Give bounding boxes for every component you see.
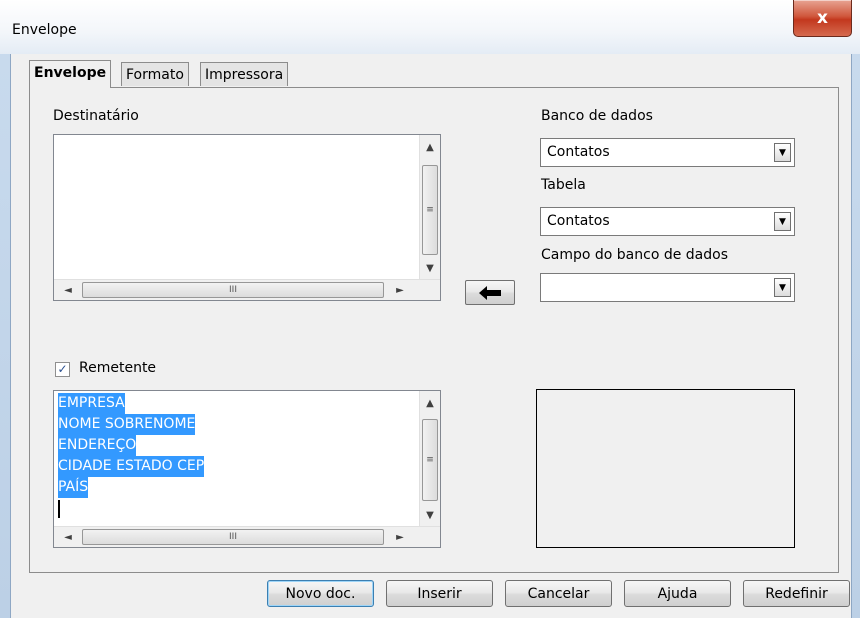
insert-field-button[interactable] [465, 280, 515, 305]
database-value: Contatos [547, 144, 610, 160]
scroll-left-icon[interactable]: ◄ [60, 282, 76, 298]
text-cursor [58, 500, 60, 518]
scroll-thumb-horizontal[interactable]: III [82, 529, 384, 545]
scroll-up-icon[interactable]: ▲ [420, 139, 440, 155]
arrow-left-icon [479, 285, 501, 300]
window-title: Envelope [12, 22, 77, 38]
recipient-horizontal-scrollbar[interactable]: ◄ III ► [54, 279, 440, 300]
scroll-down-icon[interactable]: ▼ [420, 260, 440, 276]
database-field-select[interactable]: ▼ [540, 273, 795, 302]
scroll-right-icon[interactable]: ► [392, 282, 408, 298]
tab-envelope[interactable]: Envelope [29, 60, 112, 88]
chevron-down-icon[interactable]: ▼ [774, 278, 791, 297]
new-document-button[interactable]: Novo doc. [267, 580, 374, 607]
tab-impressora[interactable]: Impressora [200, 62, 289, 86]
sender-line: ENDEREÇO [58, 435, 137, 456]
help-button[interactable]: Ajuda [624, 580, 731, 607]
scroll-right-icon[interactable]: ► [392, 529, 408, 545]
close-icon: x [817, 8, 828, 28]
sender-horizontal-scrollbar[interactable]: ◄ III ► [54, 526, 440, 547]
sender-text[interactable]: EMPRESA NOME SOBRENOME ENDEREÇO CIDADE E… [58, 393, 205, 518]
database-field-label: Campo do banco de dados [541, 247, 729, 263]
sender-line: EMPRESA [58, 393, 125, 414]
scroll-thumb[interactable]: ≡ [422, 419, 438, 501]
recipient-label: Destinatário [53, 108, 139, 124]
sender-textbox[interactable]: EMPRESA NOME SOBRENOME ENDEREÇO CIDADE E… [53, 390, 441, 548]
database-select[interactable]: Contatos ▼ [540, 138, 795, 167]
table-label: Tabela [541, 177, 586, 193]
title-bar[interactable] [0, 0, 860, 54]
reset-button[interactable]: Redefinir [743, 580, 850, 607]
recipient-vertical-scrollbar[interactable]: ▲ ≡ ▼ [419, 135, 440, 280]
table-value: Contatos [547, 213, 610, 229]
sender-line: PAÍS [58, 477, 89, 498]
chevron-down-icon[interactable]: ▼ [774, 143, 791, 162]
sender-label[interactable]: Remetente [79, 360, 156, 376]
recipient-textbox[interactable]: ▲ ≡ ▼ ◄ III ► [53, 134, 441, 301]
sender-line: NOME SOBRENOME [58, 414, 196, 435]
scroll-up-icon[interactable]: ▲ [420, 395, 440, 411]
sender-line: CIDADE ESTADO CEP [58, 456, 205, 477]
sender-vertical-scrollbar[interactable]: ▲ ≡ ▼ [419, 391, 440, 527]
envelope-preview [536, 389, 795, 548]
table-select[interactable]: Contatos ▼ [540, 207, 795, 236]
scroll-left-icon[interactable]: ◄ [60, 529, 76, 545]
close-button[interactable]: x [793, 0, 852, 37]
scroll-down-icon[interactable]: ▼ [420, 507, 440, 523]
scroll-thumb[interactable]: ≡ [422, 165, 438, 255]
sender-checkbox[interactable]: ✓ [55, 362, 70, 377]
database-label: Banco de dados [541, 108, 653, 124]
tab-formato[interactable]: Formato [121, 62, 189, 86]
cancel-button[interactable]: Cancelar [505, 580, 612, 607]
scroll-thumb-horizontal[interactable]: III [82, 282, 384, 298]
chevron-down-icon[interactable]: ▼ [774, 212, 791, 231]
insert-button[interactable]: Inserir [386, 580, 493, 607]
